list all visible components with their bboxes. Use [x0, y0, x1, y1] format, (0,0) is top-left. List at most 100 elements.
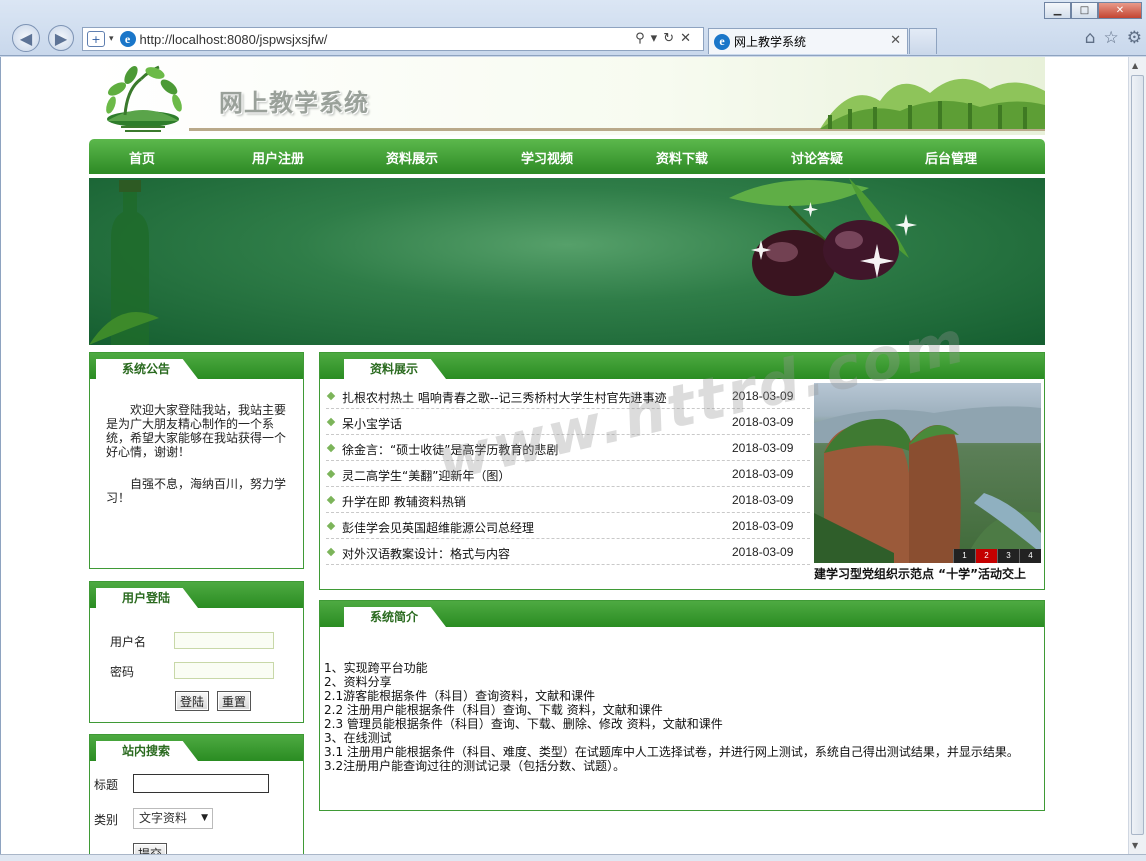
resource-date: 2018-03-09 — [732, 467, 794, 481]
list-item[interactable]: 扎根农村热土 唱响青春之歌--记三秀桥村大学生村官先进事迹 2018-03-09 — [326, 383, 810, 409]
resources-title: 资料展示 — [344, 359, 447, 379]
bullet-icon — [326, 547, 336, 557]
password-input[interactable] — [174, 662, 274, 679]
resource-date: 2018-03-09 — [732, 415, 794, 429]
forward-button[interactable]: ▶ — [48, 25, 74, 51]
close-tab-icon[interactable]: ✕ — [890, 33, 901, 48]
site-header: 网上教学系统 — [89, 57, 1045, 135]
intro-line: 2.2 注册用户能根据条件（科目）查询、下载 资料，文献和课件 — [324, 703, 663, 717]
resource-title[interactable]: 扎根农村热土 唱响青春之歌--记三秀桥村大学生村官先进事迹 — [342, 389, 726, 406]
scroll-up-icon[interactable]: ▲ — [1132, 61, 1138, 70]
browser-tab[interactable]: e 网上教学系统 ✕ — [708, 28, 908, 54]
search-type-label: 类别 — [94, 813, 119, 827]
back-icon: ◀ — [19, 28, 33, 48]
intro-line: 3.1 注册用户能根据条件（科目、难度、类型）在试题库中人工选择试卷，并进行网上… — [324, 745, 1019, 759]
reset-button[interactable]: 重置 — [217, 691, 252, 711]
resource-date: 2018-03-09 — [732, 493, 794, 507]
scrollbar-thumb[interactable] — [1131, 75, 1144, 835]
star-icon[interactable]: ☆ — [1104, 28, 1119, 48]
refresh-icon[interactable]: ↻ — [663, 31, 680, 46]
list-item[interactable]: 对外汉语教案设计：格式与内容 2018-03-09 — [326, 539, 810, 565]
gear-icon[interactable]: ⚙ — [1127, 28, 1142, 48]
url-text[interactable]: http://localhost:8080/jspwsjxsjfw/ — [140, 32, 328, 47]
page-viewport: 网上教学系统 首页 用户注册 资料展示 学习视频 资料下载 讨论答疑 后台管理 — [0, 57, 1128, 854]
nav-item-resources[interactable]: 资料展示 — [386, 148, 438, 167]
resource-title[interactable]: 灵二高学生“美翻”迎新年（图） — [342, 467, 726, 484]
browser-chrome: ▁ □ ✕ ◀ ▶ + ▾ e http://localhost:8080/js… — [0, 0, 1146, 56]
window-controls: ▁ □ ✕ — [1044, 2, 1142, 19]
mountain-photo — [814, 406, 1041, 563]
intro-line: 2、资料分享 — [324, 675, 392, 689]
scroll-down-icon[interactable]: ▼ — [1132, 841, 1138, 850]
pager-2[interactable]: 2 — [975, 549, 997, 563]
hills-illustration — [820, 78, 1045, 129]
username-input[interactable] — [174, 632, 274, 649]
chevron-down-icon[interactable]: ▾ — [109, 34, 114, 44]
maximize-button[interactable]: □ — [1071, 2, 1098, 19]
search-icon[interactable]: ⚲ — [635, 31, 651, 46]
resources-header: 资料展示 — [320, 353, 1044, 379]
nav-item-discussion[interactable]: 讨论答疑 — [791, 148, 843, 167]
compat-shield-icon[interactable]: + — [87, 31, 105, 47]
bullet-icon — [326, 521, 336, 531]
hero-banner — [89, 178, 1045, 345]
bullet-icon — [326, 417, 336, 427]
intro-line: 3、在线测试 — [324, 731, 392, 745]
site-logo — [106, 65, 182, 132]
slideshow-image[interactable]: 1 2 3 4 — [814, 383, 1041, 563]
intro-body: 1、实现跨平台功能 2、资料分享 2.1游客能根据条件（科目）查询资料，文献和课… — [324, 661, 1019, 773]
intro-header: 系统简介 — [320, 601, 1044, 627]
search-title-input[interactable] — [133, 774, 269, 793]
stop-icon[interactable]: ✕ — [680, 31, 697, 46]
bullet-icon — [326, 495, 336, 505]
nav-item-admin[interactable]: 后台管理 — [925, 148, 977, 167]
nav-item-register[interactable]: 用户注册 — [252, 148, 304, 167]
list-item[interactable]: 彭佳学会见英国超维能源公司总经理 2018-03-09 — [326, 513, 810, 539]
search-type-select[interactable]: 文字资料 ▼ — [133, 808, 213, 829]
pager-1[interactable]: 1 — [953, 549, 975, 563]
bullet-icon — [326, 469, 336, 479]
list-item[interactable]: 升学在即 教辅资料热销 2018-03-09 — [326, 487, 810, 513]
search-submit-button[interactable]: 提交 — [133, 843, 168, 854]
resource-date: 2018-03-09 — [732, 441, 794, 455]
bullet-icon — [326, 443, 336, 453]
back-button[interactable]: ◀ — [12, 24, 40, 52]
main-nav: 首页 用户注册 资料展示 学习视频 资料下载 讨论答疑 后台管理 — [89, 139, 1045, 174]
slideshow-caption[interactable]: 建学习型党组织示范点 “十学”活动交上 — [814, 565, 1041, 583]
pager-3[interactable]: 3 — [997, 549, 1019, 563]
search-panel: 站内搜索 标题 类别 文字资料 ▼ 提交 — [89, 734, 304, 854]
search-title-label: 标题 — [94, 778, 119, 792]
pager-4[interactable]: 4 — [1019, 549, 1041, 563]
address-bar[interactable]: + ▾ e http://localhost:8080/jspwsjxsjfw/… — [82, 27, 704, 51]
notice-title: 系统公告 — [96, 359, 199, 379]
dropdown-icon[interactable]: ▾ — [651, 31, 664, 46]
resource-title[interactable]: 呆小宝学话 — [342, 415, 726, 432]
list-item[interactable]: 徐金言：“硕士收徒”是高学历教育的悲剧 2018-03-09 — [326, 435, 810, 461]
minimize-button[interactable]: ▁ — [1044, 2, 1071, 19]
login-button[interactable]: 登陆 — [175, 691, 210, 711]
banner-illustration — [89, 178, 917, 345]
nav-item-videos[interactable]: 学习视频 — [521, 148, 573, 167]
nav-item-home[interactable]: 首页 — [129, 148, 155, 167]
vertical-scrollbar[interactable]: ▲ ▼ — [1128, 57, 1146, 854]
notice-paragraph: 自强不息，海纳百川，努力学习！ — [106, 477, 287, 505]
resource-title[interactable]: 对外汉语教案设计：格式与内容 — [342, 545, 726, 562]
home-icon[interactable]: ⌂ — [1085, 28, 1096, 48]
intro-line: 3.2注册用户能查询过往的测试记录（包括分数、试题）。 — [324, 759, 626, 773]
resource-date: 2018-03-09 — [732, 519, 794, 533]
resource-title[interactable]: 彭佳学会见英国超维能源公司总经理 — [342, 519, 726, 536]
resource-date: 2018-03-09 — [732, 545, 794, 559]
list-item[interactable]: 灵二高学生“美翻”迎新年（图） 2018-03-09 — [326, 461, 810, 487]
resource-title[interactable]: 升学在即 教辅资料热销 — [342, 493, 726, 510]
resource-title[interactable]: 徐金言：“硕士收徒”是高学历教育的悲剧 — [342, 441, 726, 458]
nav-item-downloads[interactable]: 资料下载 — [656, 148, 708, 167]
resource-list: 扎根农村热土 唱响青春之歌--记三秀桥村大学生村官先进事迹 2018-03-09 … — [326, 383, 810, 565]
password-label: 密码 — [110, 665, 135, 679]
login-header: 用户登陆 — [90, 582, 303, 608]
notice-panel: 系统公告 欢迎大家登陆我站，我站主要是为广大朋友精心制作的一个系统，希望大家能够… — [89, 352, 304, 569]
new-tab-button[interactable] — [909, 28, 937, 54]
close-window-button[interactable]: ✕ — [1098, 2, 1142, 19]
list-item[interactable]: 呆小宝学话 2018-03-09 — [326, 409, 810, 435]
search-type-value: 文字资料 — [139, 811, 188, 825]
intro-line: 2.3 管理员能根据条件（科目）查询、下载、删除、修改 资料，文献和课件 — [324, 717, 723, 731]
